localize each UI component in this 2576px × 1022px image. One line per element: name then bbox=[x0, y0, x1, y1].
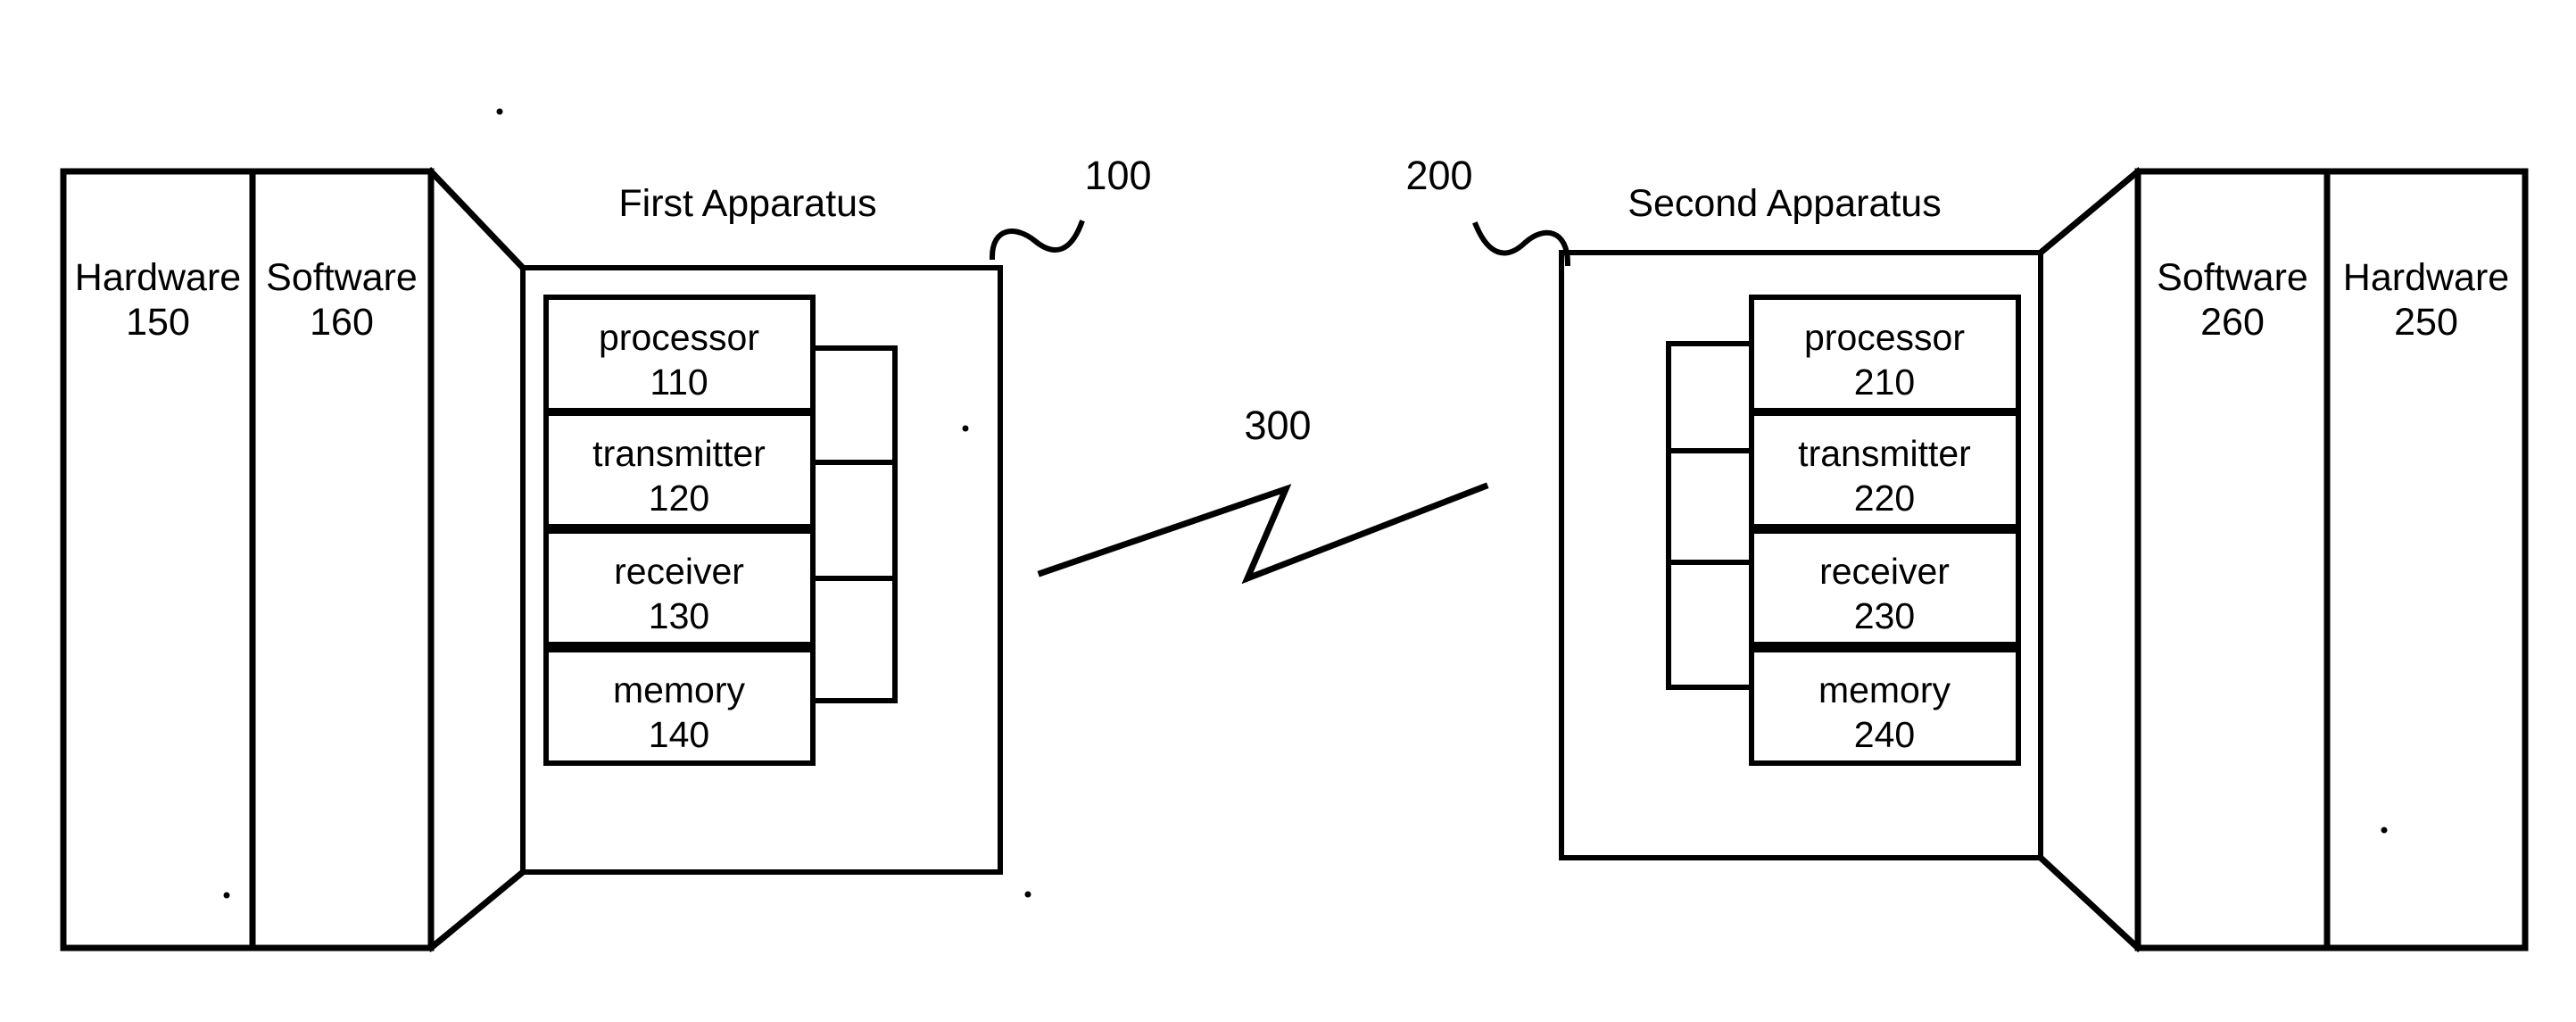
panel-hardware-250-ref: 250 bbox=[2394, 301, 2458, 344]
component-label-processor-110: processor bbox=[599, 317, 759, 358]
second-apparatus-ref: 200 bbox=[1405, 153, 1472, 198]
component-ref-transmitter-120: 120 bbox=[649, 478, 709, 519]
component-ref-receiver-230: 230 bbox=[1854, 595, 1915, 636]
component-label-transmitter-120: transmitter bbox=[592, 433, 766, 474]
panel-hardware-150-ref: 150 bbox=[126, 301, 190, 344]
right-panel-top-bevel-edge bbox=[2036, 167, 2142, 257]
left-panel-bottom-bevel-edge bbox=[427, 868, 527, 952]
first-apparatus-ref: 100 bbox=[1084, 153, 1151, 198]
panel-software-160-label: Software bbox=[266, 256, 418, 299]
component-ref-processor-110: 110 bbox=[650, 361, 708, 403]
scan-speck bbox=[1024, 891, 1031, 898]
first-apparatus-title: First Apparatus bbox=[618, 182, 876, 225]
lightning-bolt-icon bbox=[1037, 482, 1489, 585]
component-ref-memory-140: 140 bbox=[649, 714, 709, 755]
scan-speck bbox=[223, 892, 230, 899]
second-apparatus-title: Second Apparatus bbox=[1628, 182, 1941, 225]
component-label-receiver-230: receiver bbox=[1819, 551, 1950, 592]
first-apparatus-ref-leader bbox=[989, 220, 1085, 261]
component-ref-processor-210: 210 bbox=[1854, 361, 1915, 403]
panel-hardware-150-label: Hardware bbox=[75, 256, 241, 299]
component-label-transmitter-220: transmitter bbox=[1798, 433, 1971, 474]
second-apparatus-group: Second Apparatus 200 processor 210 trans… bbox=[1405, 153, 2043, 860]
diagram-canvas: Hardware 150 Software 160 First Apparatu… bbox=[60, 108, 2529, 952]
right-panel-bottom-bevel-edge bbox=[2036, 853, 2142, 952]
scan-speck bbox=[962, 425, 969, 432]
second-apparatus-ref-leader bbox=[1472, 221, 1571, 267]
panel-hardware-250-label: Hardware bbox=[2343, 256, 2509, 299]
left-panel-top-bevel-edge bbox=[427, 167, 527, 272]
component-label-receiver-130: receiver bbox=[614, 551, 744, 592]
component-ref-transmitter-220: 220 bbox=[1854, 478, 1915, 519]
wireless-link-ref: 300 bbox=[1244, 403, 1311, 448]
panel-software-260-ref: 260 bbox=[2200, 301, 2265, 344]
scan-speck bbox=[496, 108, 503, 115]
scan-speck bbox=[2381, 827, 2388, 834]
component-ref-receiver-130: 130 bbox=[649, 595, 709, 636]
component-ref-memory-240: 240 bbox=[1854, 714, 1915, 755]
component-label-processor-210: processor bbox=[1804, 317, 1965, 358]
patent-figure: Hardware 150 Software 160 First Apparatu… bbox=[0, 0, 2576, 1022]
left-panel-group: Hardware 150 Software 160 bbox=[60, 167, 527, 952]
panel-software-260-label: Software bbox=[2157, 256, 2308, 299]
component-label-memory-140: memory bbox=[613, 669, 746, 710]
right-panel-group: Software 260 Hardware 250 bbox=[2036, 167, 2529, 952]
component-label-memory-240: memory bbox=[1818, 669, 1951, 710]
panel-software-160-ref: 160 bbox=[310, 301, 374, 344]
first-apparatus-group: First Apparatus 100 processor 110 transm… bbox=[520, 153, 1152, 875]
wireless-link-group: 300 bbox=[1037, 403, 1489, 585]
